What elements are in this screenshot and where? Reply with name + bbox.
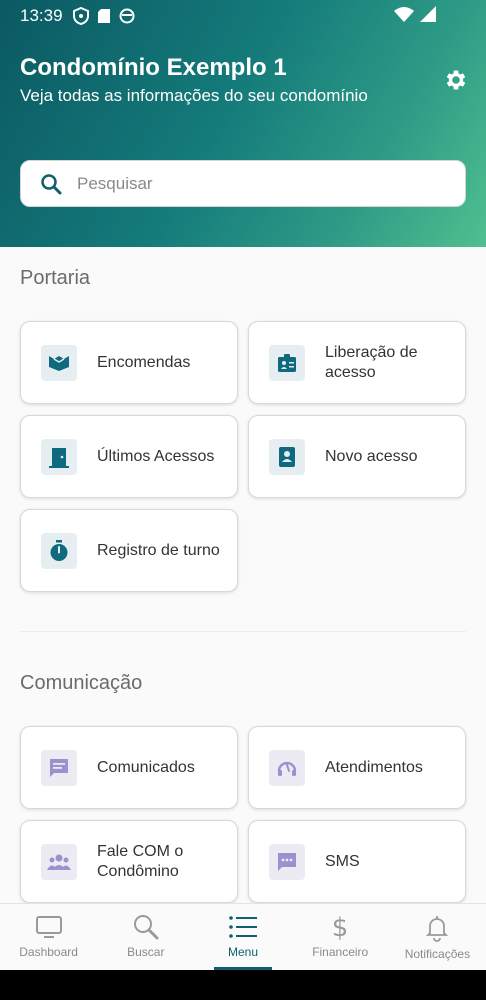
group-icon [41, 843, 77, 880]
section-title-comunicacao: Comunicação [20, 672, 143, 694]
page-subtitle: Veja todas as informações do seu condomí… [20, 86, 368, 105]
bottom-nav: Dashboard Buscar Menu $ Financeiro Notif… [0, 903, 486, 970]
section-title-portaria: Portaria [20, 267, 91, 289]
monitor-icon [35, 916, 62, 938]
nav-item-menu[interactable]: Menu [194, 904, 291, 970]
status-bar: 13:39 [0, 0, 486, 32]
sms-icon [269, 843, 305, 880]
status-time: 13:39 [20, 6, 63, 25]
signal-status-icon [420, 6, 436, 22]
face-status-icon [119, 8, 135, 24]
shield-status-icon [72, 7, 89, 25]
search-icon [133, 915, 159, 940]
main-content[interactable]: Portaria Encomendas Liberação de acesso … [0, 247, 486, 903]
wifi-status-icon [394, 7, 414, 22]
card-sms[interactable]: SMS [248, 820, 466, 903]
card-label: Fale COM o Condômino [97, 842, 184, 880]
card-registro-turno[interactable]: Registro de turno [20, 509, 238, 592]
card-encomendas[interactable]: Encomendas [20, 321, 238, 404]
nav-label: Financeiro [312, 945, 369, 959]
id-card-icon [269, 438, 305, 475]
bell-icon [426, 916, 449, 942]
card-novo-acesso[interactable]: Novo acesso [248, 415, 466, 498]
stopwatch-icon [41, 532, 77, 569]
card-label: Encomendas [97, 353, 191, 371]
search-icon [41, 173, 62, 194]
list-icon [229, 916, 257, 938]
card-label: SMS [325, 852, 360, 870]
card-label: Últimos Acessos [97, 447, 215, 465]
card-label: Comunicados [97, 758, 195, 776]
card-label: Novo acesso [325, 447, 418, 465]
nav-label: Menu [227, 945, 259, 959]
section-divider [20, 631, 466, 632]
message-icon [41, 749, 77, 786]
package-icon [41, 344, 77, 381]
card-liberacao-acesso[interactable]: Liberação de acesso [248, 321, 466, 404]
card-ultimos-acessos[interactable]: Últimos Acessos [20, 415, 238, 498]
sd-card-status-icon [97, 9, 110, 23]
svg-text:$: $ [332, 914, 349, 940]
card-label: Atendimentos [325, 758, 423, 776]
card-fale-com-condomino[interactable]: Fale COM o Condômino [20, 820, 238, 903]
page-title: Condomínio Exemplo 1 [20, 54, 287, 81]
card-atendimentos[interactable]: Atendimentos [248, 726, 466, 809]
card-label: Liberação de acesso [325, 343, 418, 381]
nav-item-buscar[interactable]: Buscar [97, 904, 194, 970]
system-navigation-bar [0, 970, 486, 1000]
search-bar[interactable] [20, 160, 466, 207]
headset-icon [269, 749, 305, 786]
door-icon [41, 438, 77, 475]
badge-icon [269, 344, 305, 381]
nav-item-financeiro[interactable]: $ Financeiro [292, 904, 389, 970]
card-label: Registro de turno [97, 541, 220, 559]
nav-item-dashboard[interactable]: Dashboard [0, 904, 97, 970]
header: 13:39 Condomínio Exemplo 1 Veja todas as… [0, 0, 486, 247]
nav-label: Notificações [404, 947, 471, 961]
nav-item-notificacoes[interactable]: Notificações [389, 904, 486, 970]
dollar-icon: $ [332, 914, 349, 940]
search-input[interactable] [77, 173, 417, 194]
nav-label: Buscar [127, 945, 165, 959]
nav-label: Dashboard [19, 945, 78, 959]
gear-icon[interactable] [443, 67, 469, 93]
card-comunicados[interactable]: Comunicados [20, 726, 238, 809]
